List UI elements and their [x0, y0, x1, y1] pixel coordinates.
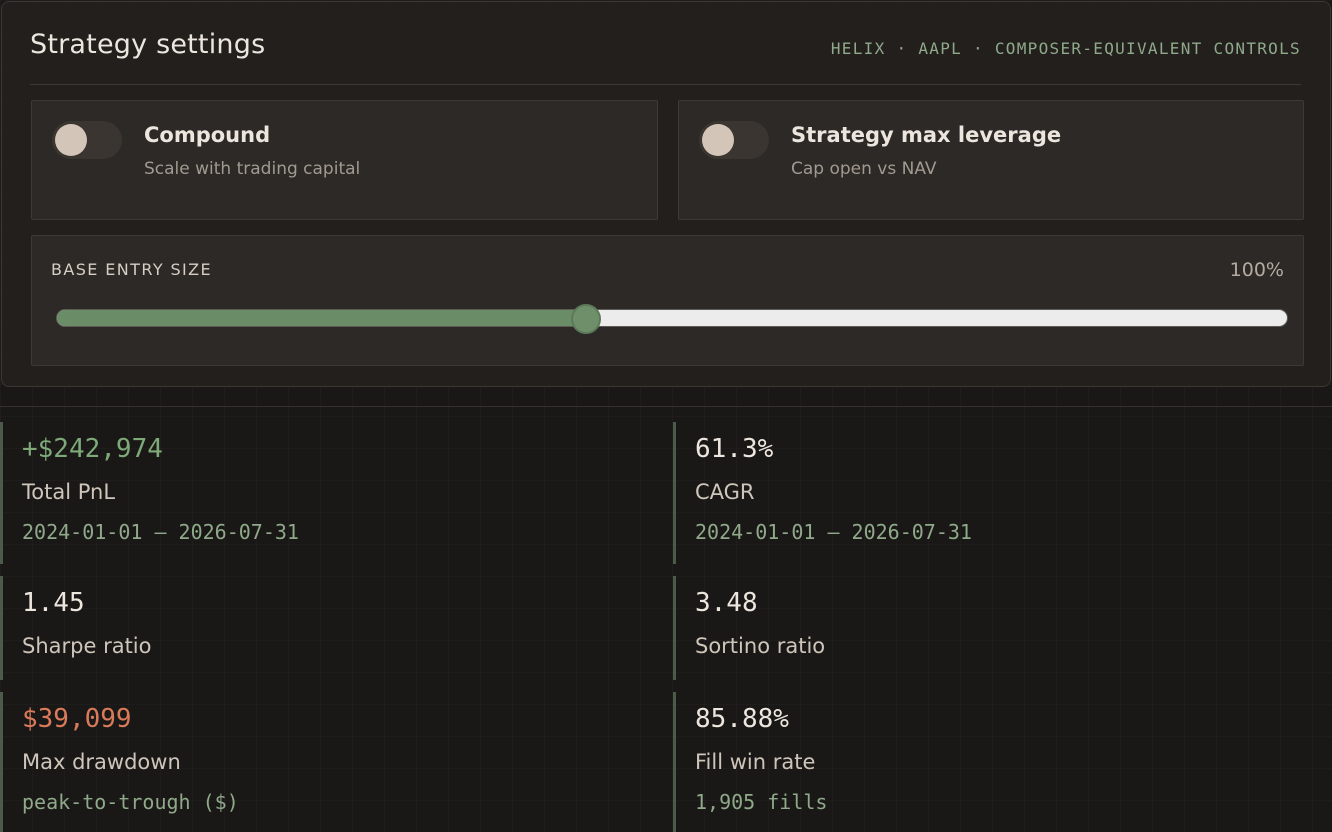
- stat-cagr: 61.3% CAGR 2024-01-01 – 2026-07-31: [673, 422, 1313, 564]
- compound-card: Compound Scale with trading capital: [31, 100, 658, 220]
- stat-meta: 2024-01-01 – 2026-07-31: [695, 520, 972, 544]
- max-leverage-card: Strategy max leverage Cap open vs NAV: [678, 100, 1304, 220]
- max-leverage-title: Strategy max leverage: [791, 123, 1062, 147]
- compound-title: Compound: [144, 123, 271, 147]
- stat-value: 61.3%: [695, 434, 774, 464]
- max-leverage-subtitle: Cap open vs NAV: [791, 159, 937, 179]
- stat-sortino-ratio: 3.48 Sortino ratio: [673, 576, 1313, 680]
- stat-total-pnl: +$242,974 Total PnL 2024-01-01 – 2026-07…: [0, 422, 640, 564]
- base-entry-size-card: BASE ENTRY SIZE 100%: [31, 235, 1304, 366]
- panel-title: Strategy settings: [30, 29, 266, 60]
- stat-label: Max drawdown: [22, 750, 181, 774]
- base-entry-size-slider-thumb[interactable]: [570, 304, 601, 334]
- panel-breadcrumb: HELIX · AAPL · COMPOSER-EQUIVALENT CONTR…: [830, 39, 1301, 58]
- slider-fill: [57, 310, 587, 326]
- stat-label: Fill win rate: [695, 750, 816, 774]
- stat-sharpe-ratio: 1.45 Sharpe ratio: [0, 576, 640, 680]
- base-entry-size-value: 100%: [1229, 259, 1284, 281]
- compound-toggle[interactable]: [52, 121, 122, 159]
- stat-value: 3.48: [695, 588, 758, 618]
- stat-label: Sharpe ratio: [22, 634, 152, 658]
- max-leverage-toggle[interactable]: [699, 121, 769, 159]
- stat-label: Total PnL: [22, 480, 116, 504]
- compound-subtitle: Scale with trading capital: [144, 159, 361, 179]
- stat-value: +$242,974: [22, 434, 163, 464]
- strategy-settings-panel: Strategy settings HELIX · AAPL · COMPOSE…: [1, 1, 1331, 387]
- stat-meta: 1,905 fills: [695, 790, 828, 814]
- toggle-knob: [55, 124, 87, 156]
- stat-meta: peak-to-trough ($): [22, 790, 239, 814]
- section-divider: [0, 406, 1332, 407]
- stat-value: $39,099: [22, 704, 132, 734]
- panel-header: Strategy settings HELIX · AAPL · COMPOSE…: [30, 2, 1301, 85]
- stat-label: Sortino ratio: [695, 634, 826, 658]
- stat-value: 1.45: [22, 588, 85, 618]
- stat-value: 85.88%: [695, 704, 789, 734]
- base-entry-size-label: BASE ENTRY SIZE: [51, 260, 213, 279]
- stat-label: CAGR: [695, 480, 755, 504]
- stat-meta: 2024-01-01 – 2026-07-31: [22, 520, 299, 544]
- toggle-knob: [702, 124, 734, 156]
- base-entry-size-slider-track[interactable]: [56, 309, 1288, 327]
- stat-max-drawdown: $39,099 Max drawdown peak-to-trough ($): [0, 692, 640, 832]
- stat-fill-win-rate: 85.88% Fill win rate 1,905 fills: [673, 692, 1313, 832]
